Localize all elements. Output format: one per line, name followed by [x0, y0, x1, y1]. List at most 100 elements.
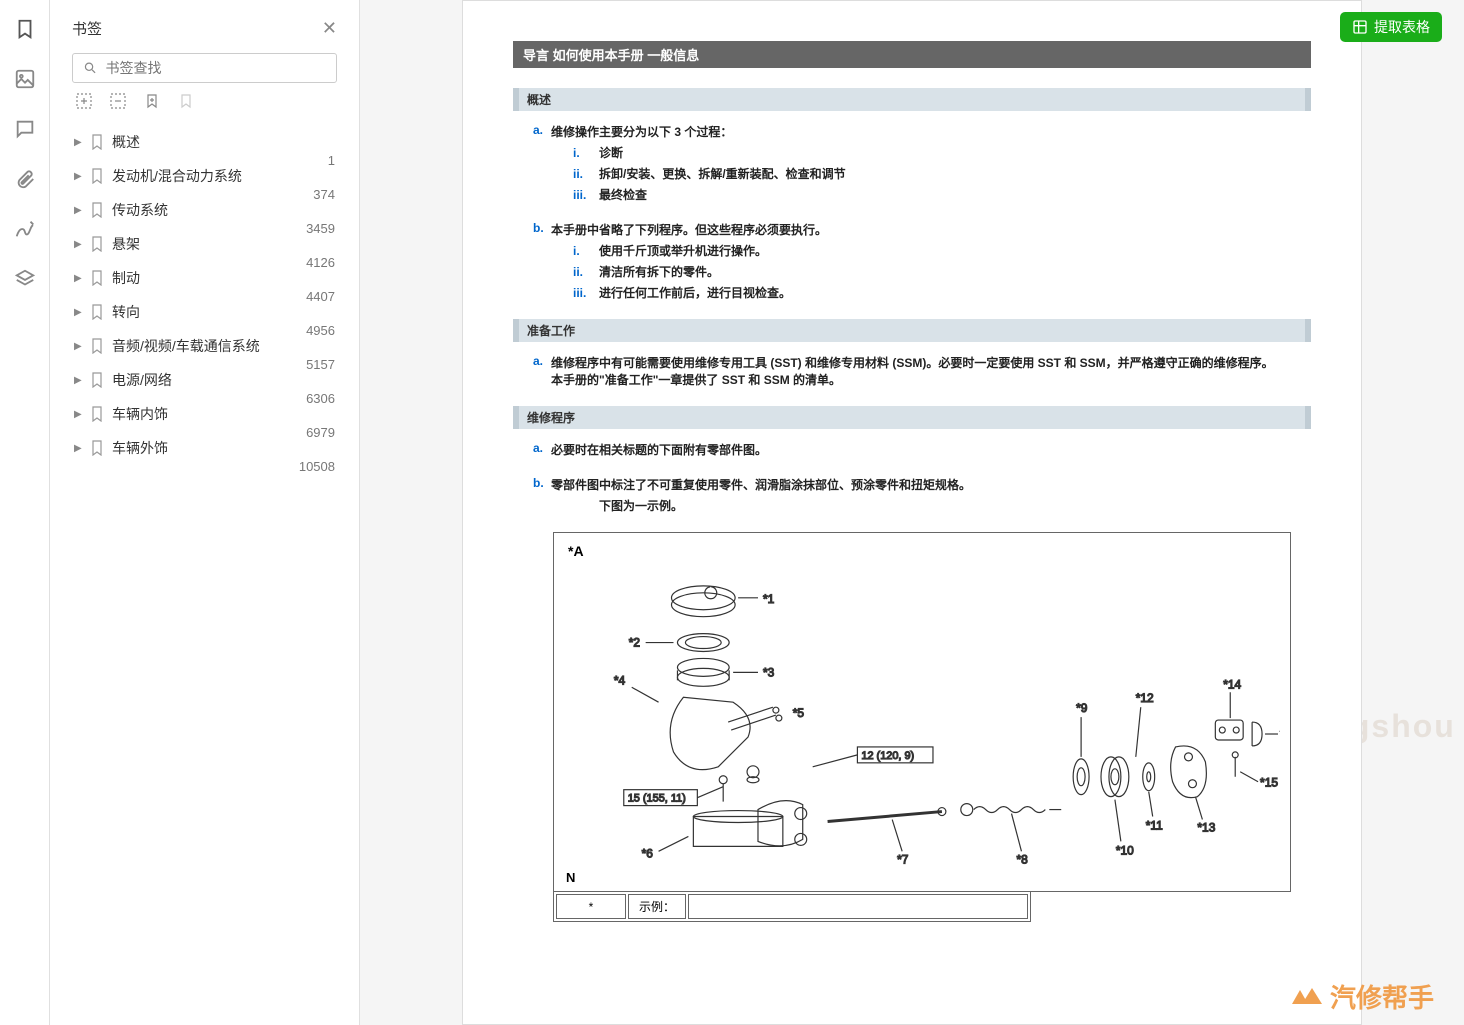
bookmark-page: 6306	[275, 391, 335, 406]
search-input[interactable]	[106, 60, 326, 76]
bookmarks-list: ▶概述1▶发动机/混合动力系统374▶传动系统3459▶悬架4126▶制动440…	[72, 125, 337, 465]
bookmark-page: 4407	[275, 289, 335, 304]
sub-text: 进行任何工作前后，进行目视检查。	[599, 286, 791, 300]
list-text: 必要时在相关标题的下面附有零部件图。	[551, 441, 1279, 458]
bookmark-label: 电源/网络	[112, 370, 275, 390]
bookmark-actions	[72, 93, 337, 109]
attachment-icon[interactable]	[14, 168, 36, 190]
list-text: 零部件图中标注了不可重复使用零件、润滑脂涂抹部位、预涂零件和扭矩规格。	[551, 476, 1279, 493]
bookmarks-panel: 书签 ✕ ▶概述1▶发动机/混合动力系统374▶传动系统3459▶悬架4126▶…	[50, 0, 360, 1025]
bookmark-item[interactable]: ▶概述1	[72, 125, 337, 159]
bookmark-label: 转向	[112, 302, 275, 322]
bookmark-label: 传动系统	[112, 200, 275, 220]
svg-text:*8: *8	[1016, 852, 1028, 866]
svg-text:*5: *5	[793, 706, 805, 720]
brand-watermark: 汽修帮手	[1288, 978, 1434, 1015]
bookmark-page: 6979	[275, 425, 335, 440]
sub-num: i.	[573, 146, 599, 160]
list-text: 维修程序中有可能需要使用维修专用工具 (SST) 和维修专用材料 (SSM)。必…	[551, 354, 1279, 388]
sub-num: iii.	[573, 286, 599, 300]
svg-text:*15: *15	[1260, 776, 1278, 790]
left-toolbar	[0, 0, 50, 1025]
sub-num: ii.	[573, 265, 599, 279]
chevron-right-icon: ▶	[74, 137, 84, 148]
page-icon	[90, 168, 104, 184]
bookmark-page: 1	[275, 153, 335, 168]
list-letter: a.	[533, 354, 551, 368]
add-bookmark-icon[interactable]	[144, 93, 160, 109]
list-letter: a.	[533, 441, 551, 455]
sub-text: 清洁所有拆下的零件。	[599, 265, 719, 279]
bookmark-label: 制动	[112, 268, 275, 288]
figure-legend-table: *示例：	[553, 892, 1031, 922]
sub-text: 诊断	[599, 146, 623, 160]
page-icon	[90, 236, 104, 252]
section-heading: 准备工作	[513, 319, 1311, 342]
bookmark-label: 概述	[112, 132, 275, 152]
list-text: 维修操作主要分为以下 3 个过程：	[551, 123, 1279, 140]
collapse-all-icon[interactable]	[110, 93, 126, 109]
remove-bookmark-icon[interactable]	[178, 93, 194, 109]
brand-logo-icon	[1288, 982, 1324, 1012]
exploded-diagram: *1 *2 *3 *4 *5 15 (155, 11)	[584, 563, 1280, 881]
bookmark-page: 10508	[275, 459, 335, 474]
bookmark-page: 5157	[275, 357, 335, 372]
page-icon	[90, 440, 104, 456]
figure-corner-label: *A	[568, 543, 584, 559]
chevron-right-icon: ▶	[74, 307, 84, 318]
chevron-right-icon: ▶	[74, 239, 84, 250]
image-icon[interactable]	[14, 68, 36, 90]
svg-text:*3: *3	[763, 665, 775, 679]
page-title-bar: 导言 如何使用本手册 一般信息	[513, 41, 1311, 68]
chevron-right-icon: ▶	[74, 375, 84, 386]
sub-text: 拆卸/安装、更换、拆解/重新装配、检查和调节	[599, 167, 846, 181]
page-icon	[90, 134, 104, 150]
chevron-right-icon: ▶	[74, 273, 84, 284]
search-icon	[83, 60, 98, 76]
chevron-right-icon: ▶	[74, 171, 84, 182]
page-icon	[90, 338, 104, 354]
bookmark-label: 发动机/混合动力系统	[112, 166, 275, 186]
svg-text:*2: *2	[629, 636, 641, 650]
sub-num: i.	[573, 244, 599, 258]
svg-text:*9: *9	[1076, 701, 1088, 715]
page-content: 导言 如何使用本手册 一般信息 概述a.维修操作主要分为以下 3 个过程：i.诊…	[462, 0, 1362, 1025]
list-letter: b.	[533, 221, 551, 235]
sub-text: 最终检查	[599, 188, 647, 202]
parts-diagram: *A *1 *2 *3 *4	[553, 532, 1291, 892]
section-heading: 维修程序	[513, 406, 1311, 429]
page-icon	[90, 304, 104, 320]
svg-text:12 (120, 9): 12 (120, 9)	[861, 750, 914, 762]
table-icon	[1352, 19, 1368, 35]
sub-num: ii.	[573, 167, 599, 181]
extract-table-button[interactable]: 提取表格	[1340, 12, 1442, 42]
bookmark-icon[interactable]	[14, 18, 36, 40]
bookmark-search[interactable]	[72, 53, 337, 83]
list-text: 本手册中省略了下列程序。但这些程序必须要执行。	[551, 221, 1279, 238]
bookmark-page: 374	[275, 187, 335, 202]
document-viewport[interactable]: 提取表格 汽修帮手在线资料库：每日更新 年费仅168/年，微信：qixiuban…	[360, 0, 1464, 1025]
close-icon[interactable]: ✕	[322, 18, 337, 39]
svg-text:*6: *6	[642, 846, 654, 860]
bookmark-page: 4956	[275, 323, 335, 338]
svg-text:*7: *7	[897, 852, 909, 866]
section-heading: 概述	[513, 88, 1311, 111]
svg-text:*10: *10	[1116, 843, 1134, 857]
bookmark-label: 悬架	[112, 234, 275, 254]
sign-icon[interactable]	[14, 218, 36, 240]
list-letter: b.	[533, 476, 551, 490]
sidebar-title: 书签	[72, 18, 102, 39]
section-body: a.维修程序中有可能需要使用维修专用工具 (SST) 和维修专用材料 (SSM)…	[513, 354, 1311, 388]
layers-icon[interactable]	[14, 268, 36, 290]
section-body: a.维修操作主要分为以下 3 个过程：i.诊断ii.拆卸/安装、更换、拆解/重新…	[513, 123, 1311, 301]
comment-icon[interactable]	[14, 118, 36, 140]
expand-all-icon[interactable]	[76, 93, 92, 109]
bookmark-label: 音频/视频/车载通信系统	[112, 336, 275, 356]
list-letter: a.	[533, 123, 551, 137]
page-icon	[90, 406, 104, 422]
svg-text:*1: *1	[763, 592, 775, 606]
section-body: a.必要时在相关标题的下面附有零部件图。 b.零部件图中标注了不可重复使用零件、润…	[513, 441, 1311, 514]
bookmark-page: 4126	[275, 255, 335, 270]
page-icon	[90, 372, 104, 388]
svg-text:*4: *4	[614, 673, 626, 687]
